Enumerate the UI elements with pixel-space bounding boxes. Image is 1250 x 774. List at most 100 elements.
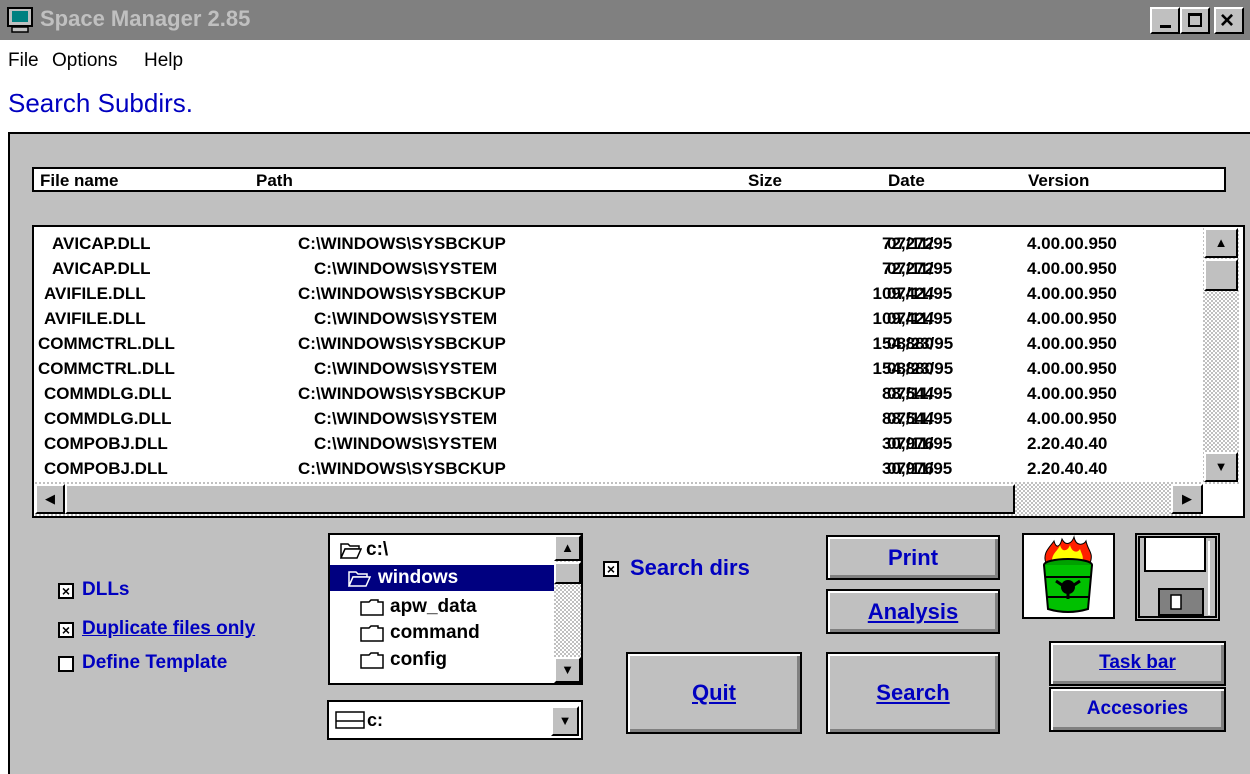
- trash-button[interactable]: [1022, 533, 1115, 619]
- cell-path: C:\WINDOWS\SYSBCKUP: [298, 284, 506, 303]
- cell-date: 08/23/95: [887, 334, 954, 353]
- table-row[interactable]: AVIFILE.DLL C:\WINDOWS\SYSTEM 109,424 07…: [34, 307, 1204, 332]
- cell-filename: AVIFILE.DLL: [44, 284, 146, 303]
- horizontal-scrollbar[interactable]: ◀ ▶: [35, 482, 1203, 516]
- column-header-filename[interactable]: File name: [40, 171, 118, 191]
- search-button[interactable]: Search: [826, 652, 1000, 734]
- cell-filename: COMMCTRL.DLL: [38, 334, 175, 353]
- cell-filename: COMMDLG.DLL: [44, 384, 172, 403]
- template-checkbox[interactable]: [58, 656, 74, 672]
- table-row[interactable]: COMMDLG.DLL C:\WINDOWS\SYSBCKUP 88,544 0…: [34, 382, 1204, 407]
- dir-scroll-up-button[interactable]: ▲: [554, 535, 581, 561]
- search-dirs-checkbox[interactable]: ×: [603, 561, 619, 577]
- quit-button[interactable]: Quit: [626, 652, 802, 734]
- maximize-button[interactable]: [1180, 7, 1210, 34]
- directory-item[interactable]: command: [330, 620, 555, 646]
- cell-path: C:\WINDOWS\SYSTEM: [314, 309, 498, 328]
- scroll-thumb[interactable]: [1204, 259, 1238, 291]
- cell-date: 07/11/95: [887, 284, 953, 303]
- directory-label: apw_data: [390, 596, 477, 617]
- cell-date: 07/11/95: [887, 234, 953, 253]
- dir-scroll-down-button[interactable]: ▼: [554, 657, 581, 683]
- file-list[interactable]: AVICAP.DLL C:\WINDOWS\SYSBCKUP 72,272 07…: [32, 225, 1245, 518]
- cell-filename: COMMDLG.DLL: [44, 409, 172, 428]
- cell-path: C:\WINDOWS\SYSTEM: [314, 434, 498, 453]
- drive-icon: [335, 711, 365, 729]
- scroll-up-button[interactable]: ▲: [1204, 228, 1238, 258]
- drive-dropdown-button[interactable]: ▼: [551, 706, 579, 736]
- cell-path: C:\WINDOWS\SYSBCKUP: [298, 334, 506, 353]
- cell-version: 4.00.00.950: [1027, 259, 1117, 278]
- drive-select[interactable]: c: ▼: [327, 700, 583, 740]
- column-header-size[interactable]: Size: [748, 171, 782, 191]
- vertical-scrollbar[interactable]: ▲ ▼: [1203, 228, 1239, 484]
- cell-date: 08/23/95: [887, 359, 954, 378]
- close-button[interactable]: ×: [1214, 7, 1244, 34]
- cell-version: 2.20.40.40: [1027, 459, 1108, 478]
- column-header-path[interactable]: Path: [256, 171, 293, 191]
- table-row[interactable]: AVIFILE.DLL C:\WINDOWS\SYSBCKUP 109,424 …: [34, 282, 1204, 307]
- cell-filename: COMMCTRL.DLL: [38, 359, 175, 378]
- duplicates-checkbox[interactable]: ×: [58, 622, 74, 638]
- minimize-icon: [1160, 25, 1171, 28]
- cell-version: 4.00.00.950: [1027, 334, 1117, 353]
- burning-barrel-icon: [1043, 535, 1093, 613]
- duplicates-label[interactable]: Duplicate files only: [82, 618, 255, 640]
- cell-version: 4.00.00.950: [1027, 409, 1117, 428]
- menu-options[interactable]: Options: [52, 50, 117, 72]
- arrow-up-icon: ▲: [561, 540, 574, 555]
- analysis-button[interactable]: Analysis: [826, 589, 1000, 634]
- table-row[interactable]: COMPOBJ.DLL C:\WINDOWS\SYSBCKUP 30,976 0…: [34, 457, 1204, 482]
- cell-date: 07/11/95: [887, 459, 953, 478]
- cell-filename: COMPOBJ.DLL: [44, 459, 168, 478]
- directory-item-selected[interactable]: windows: [330, 565, 555, 591]
- directory-list[interactable]: c:\ windows apw_data command config ▲ ▼: [328, 533, 583, 685]
- floppy-disk-button[interactable]: [1135, 533, 1220, 621]
- column-header-date[interactable]: Date: [888, 171, 925, 191]
- menu-file[interactable]: File: [8, 50, 39, 72]
- dir-scroll-thumb[interactable]: [554, 562, 581, 584]
- scroll-right-button[interactable]: ▶: [1171, 484, 1203, 514]
- horizontal-scroll-thumb[interactable]: [65, 484, 1015, 514]
- title-bar[interactable]: Space Manager 2.85 ×: [0, 0, 1250, 40]
- cell-path: C:\WINDOWS\SYSTEM: [314, 259, 498, 278]
- directory-scrollbar[interactable]: ▲ ▼: [554, 535, 581, 683]
- arrow-down-icon: ▼: [1214, 459, 1228, 474]
- table-row[interactable]: AVICAP.DLL C:\WINDOWS\SYSTEM 72,272 07/1…: [34, 257, 1204, 282]
- column-header-version[interactable]: Version: [1028, 171, 1089, 191]
- minimize-button[interactable]: [1150, 7, 1180, 34]
- table-row[interactable]: COMMCTRL.DLL C:\WINDOWS\SYSTEM 154,880 0…: [34, 357, 1204, 382]
- close-icon: ×: [1220, 7, 1235, 34]
- cell-path: C:\WINDOWS\SYSBCKUP: [298, 234, 506, 253]
- table-row[interactable]: COMMDLG.DLL C:\WINDOWS\SYSTEM 88,544 07/…: [34, 407, 1204, 432]
- cell-path: C:\WINDOWS\SYSBCKUP: [298, 459, 506, 478]
- cell-version: 4.00.00.950: [1027, 284, 1117, 303]
- table-row[interactable]: AVICAP.DLL C:\WINDOWS\SYSBCKUP 72,272 07…: [34, 232, 1204, 257]
- menu-bar: File Options Help: [0, 40, 1250, 78]
- scroll-left-button[interactable]: ◀: [35, 484, 65, 514]
- accessories-button[interactable]: Accesories: [1049, 687, 1226, 732]
- directory-item[interactable]: apw_data: [330, 594, 555, 620]
- cell-filename: AVICAP.DLL: [52, 259, 151, 278]
- dlls-checkbox[interactable]: ×: [58, 583, 74, 599]
- directory-item[interactable]: c:\: [330, 537, 555, 563]
- template-label[interactable]: Define Template: [82, 652, 227, 674]
- dlls-label[interactable]: DLLs: [82, 579, 130, 601]
- cell-version: 2.20.40.40: [1027, 434, 1108, 453]
- search-dirs-label[interactable]: Search dirs: [630, 555, 750, 581]
- directory-label: command: [390, 622, 480, 643]
- table-row[interactable]: COMPOBJ.DLL C:\WINDOWS\SYSTEM 30,976 07/…: [34, 432, 1204, 457]
- directory-item[interactable]: config: [330, 647, 555, 673]
- open-folder-icon: [339, 537, 363, 563]
- directory-label: config: [390, 649, 447, 670]
- floppy-disk-icon: [1138, 536, 1217, 618]
- table-row[interactable]: COMMCTRL.DLL C:\WINDOWS\SYSBCKUP 154,880…: [34, 332, 1204, 357]
- print-button[interactable]: Print: [826, 535, 1000, 580]
- cell-filename: AVIFILE.DLL: [44, 309, 146, 328]
- cell-path: C:\WINDOWS\SYSTEM: [314, 409, 498, 428]
- cell-date: 07/11/95: [887, 309, 953, 328]
- menu-help[interactable]: Help: [144, 50, 183, 72]
- taskbar-button[interactable]: Task bar: [1049, 641, 1226, 686]
- cell-path: C:\WINDOWS\SYSBCKUP: [298, 384, 506, 403]
- scroll-down-button[interactable]: ▼: [1204, 452, 1238, 482]
